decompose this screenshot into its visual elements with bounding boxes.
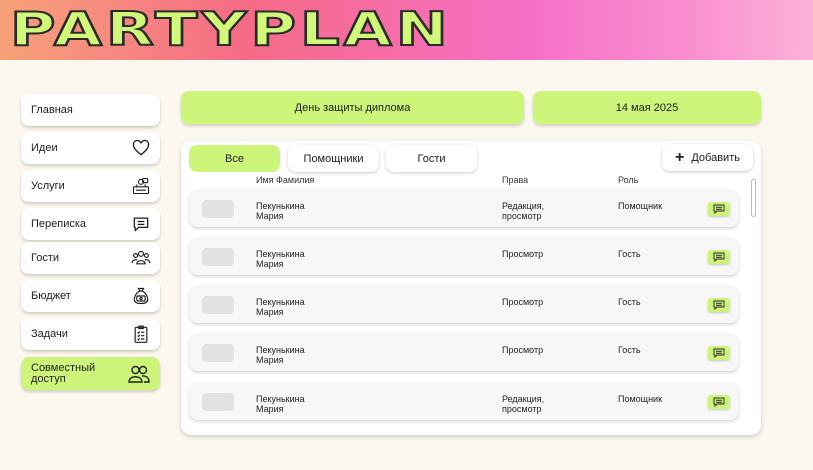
chat-icon <box>133 217 149 232</box>
sidebar-item-services[interactable]: Услуги <box>21 170 160 202</box>
header-banner: PARTYPLAN <box>0 0 813 60</box>
services-icon <box>132 177 150 195</box>
user-rights: Просмотр <box>502 249 544 259</box>
user-name: Пекунькина Мария <box>256 394 305 414</box>
tab-all[interactable]: Все <box>189 145 280 172</box>
user-name: Пекунькина Мария <box>256 249 305 269</box>
checklist-icon <box>134 325 148 343</box>
column-header-rights: Права <box>502 175 529 185</box>
avatar <box>202 296 234 314</box>
sidebar-item-messages[interactable]: Переписка <box>21 208 160 240</box>
user-rights: Редакция, просмотр <box>502 394 545 414</box>
chat-icon <box>713 300 725 310</box>
table-row[interactable]: Пекунькина Мария Редакция, просмотр Помо… <box>189 189 739 227</box>
user-role: Гость <box>618 345 641 355</box>
message-button[interactable] <box>708 346 730 360</box>
event-name-pill[interactable]: День защиты диплома <box>181 91 524 124</box>
plus-icon: + <box>675 148 685 166</box>
sidebar-item-label: Гости <box>31 251 60 264</box>
sidebar-item-budget[interactable]: Бюджет <box>21 280 160 312</box>
user-name: Пекунькина Мария <box>256 201 305 221</box>
message-button[interactable] <box>708 298 730 312</box>
sidebar-item-label: Совместный доступ <box>31 361 96 385</box>
user-name: Пекунькина Мария <box>256 297 305 317</box>
user-rights: Редакция, просмотр <box>502 201 545 221</box>
sidebar-item-label: Переписка <box>31 217 87 230</box>
avatar <box>202 344 234 362</box>
event-name: День защиты диплома <box>294 101 411 114</box>
heart-icon <box>132 139 150 156</box>
column-header-role: Роль <box>618 175 639 185</box>
guests-icon <box>131 250 151 265</box>
user-role: Гость <box>618 297 641 307</box>
shared-users-icon <box>128 365 150 383</box>
table-row[interactable]: Пекунькина Мария Редакция, просмотр Помо… <box>189 382 739 420</box>
avatar <box>202 248 234 266</box>
table-row[interactable]: Пекунькина Мария Просмотр Гость <box>189 285 739 323</box>
chat-icon <box>713 252 725 262</box>
message-button[interactable] <box>708 250 730 264</box>
avatar <box>202 393 234 411</box>
user-role: Гость <box>618 249 641 259</box>
add-button[interactable]: + Добавить <box>662 144 753 171</box>
avatar <box>202 200 234 218</box>
sidebar-item-label: Главная <box>31 103 73 116</box>
user-rights: Просмотр <box>502 297 544 307</box>
sidebar-item-home[interactable]: Главная <box>21 94 160 126</box>
chat-icon <box>713 397 725 407</box>
table-row[interactable]: Пекунькина Мария Просмотр Гость <box>189 237 739 275</box>
chat-icon <box>713 204 725 214</box>
tab-helpers[interactable]: Помощники <box>288 145 379 172</box>
event-date-pill[interactable]: 14 мая 2025 <box>533 91 761 124</box>
sidebar-item-tasks[interactable]: Задачи <box>21 318 160 350</box>
sidebar-item-label: Задачи <box>31 327 68 340</box>
column-header-name: Имя Фамилия <box>256 175 315 185</box>
tab-label: Гости <box>417 152 446 165</box>
tab-guests[interactable]: Гости <box>386 145 477 172</box>
user-name: Пекунькина Мария <box>256 345 305 365</box>
scrollbar[interactable] <box>751 179 756 217</box>
message-button[interactable] <box>708 395 730 409</box>
add-button-label: Добавить <box>691 151 740 164</box>
user-role: Помощник <box>618 201 663 211</box>
user-rights: Просмотр <box>502 345 544 355</box>
user-role: Помощник <box>618 394 663 404</box>
sidebar-item-label: Услуги <box>31 179 65 192</box>
sidebar-item-guests[interactable]: Гости <box>21 242 160 274</box>
table-row[interactable]: Пекунькина Мария Просмотр Гость <box>189 333 739 371</box>
sidebar-item-ideas[interactable]: Идеи <box>21 132 160 164</box>
tab-label: Все <box>225 152 244 165</box>
shared-access-panel: Все Помощники Гости + Добавить Имя Фамил… <box>181 141 761 435</box>
chat-icon <box>713 348 725 358</box>
sidebar-item-shared-access[interactable]: Совместный доступ <box>21 357 160 390</box>
app-logo[interactable]: PARTYPLAN <box>9 4 452 54</box>
message-button[interactable] <box>708 202 730 216</box>
event-date: 14 мая 2025 <box>615 101 679 114</box>
tab-label: Помощники <box>303 152 364 165</box>
money-bag-icon <box>133 287 149 305</box>
sidebar-item-label: Идеи <box>31 141 58 154</box>
sidebar-item-label: Бюджет <box>31 289 71 302</box>
